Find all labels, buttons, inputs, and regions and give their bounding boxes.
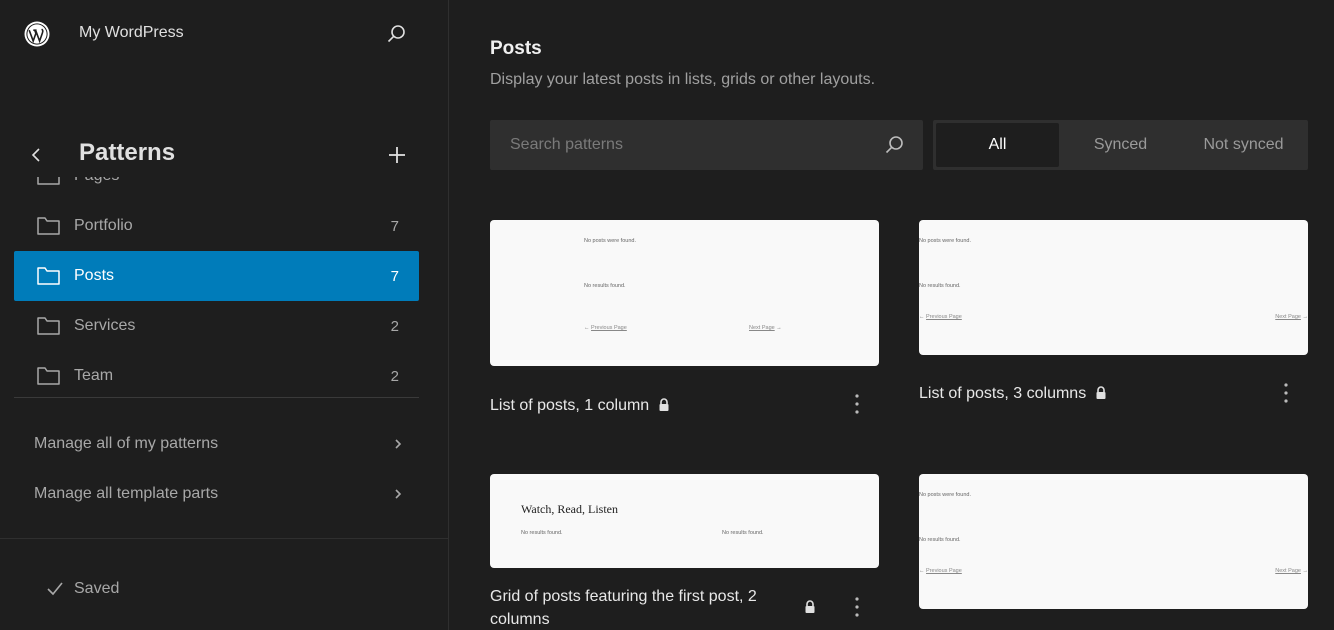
manage-link-label: Manage all template parts bbox=[34, 485, 219, 502]
sidebar-item-label: Pages bbox=[74, 177, 399, 185]
more-options-icon[interactable] bbox=[847, 595, 867, 619]
preview-text: No posts were found. bbox=[919, 238, 971, 244]
sidebar-item-portfolio[interactable]: Portfolio 7 bbox=[14, 201, 419, 251]
pattern-title[interactable]: Grid of posts featuring the first post, … bbox=[490, 585, 780, 630]
search-input[interactable] bbox=[490, 120, 923, 170]
preview-text: No results found. bbox=[584, 283, 626, 289]
filter-not-synced[interactable]: Not synced bbox=[1182, 123, 1305, 167]
sidebar-item-count: 2 bbox=[390, 317, 399, 335]
navigator-header: Patterns bbox=[0, 135, 449, 175]
add-pattern-plus-icon[interactable] bbox=[385, 143, 409, 167]
preview-text: No results found. bbox=[919, 537, 961, 543]
folder-icon bbox=[37, 217, 60, 235]
sidebar-item-team[interactable]: Team 2 bbox=[14, 351, 419, 397]
pattern-category-list[interactable]: Pages Portfolio 7 Posts 7 Services 2 Tea… bbox=[14, 177, 419, 398]
sync-filter-toggle-group: All Synced Not synced bbox=[933, 120, 1308, 170]
more-options-icon[interactable] bbox=[1276, 381, 1296, 405]
save-status-label: Saved bbox=[74, 580, 120, 597]
sidebar-item-services[interactable]: Services 2 bbox=[14, 301, 419, 351]
check-icon bbox=[47, 582, 63, 596]
lock-icon bbox=[1096, 386, 1106, 399]
save-status: Saved bbox=[46, 580, 119, 598]
sidebar-item-label: Services bbox=[74, 317, 136, 334]
sidebar-item-pages[interactable]: Pages bbox=[14, 177, 419, 201]
pattern-preview[interactable]: No posts were found. No results found. ←… bbox=[919, 220, 1308, 355]
wordpress-logo-icon[interactable] bbox=[24, 21, 50, 47]
back-chevron-icon[interactable] bbox=[26, 143, 48, 167]
folder-icon bbox=[37, 177, 60, 185]
search-icon bbox=[885, 136, 903, 154]
manage-all-patterns-link[interactable]: Manage all of my patterns bbox=[14, 421, 419, 467]
folder-icon bbox=[37, 367, 60, 385]
footer-divider bbox=[0, 538, 449, 539]
sidebar-item-posts[interactable]: Posts 7 bbox=[14, 251, 419, 301]
navigator-title: Patterns bbox=[79, 139, 176, 166]
pattern-preview[interactable]: No posts were found. No results found. ←… bbox=[490, 220, 879, 366]
filter-synced[interactable]: Synced bbox=[1059, 123, 1182, 167]
pattern-preview[interactable]: Watch, Read, Listen No results found. No… bbox=[490, 474, 879, 568]
sidebar-item-label: Posts bbox=[74, 267, 115, 284]
lock-icon bbox=[805, 600, 815, 613]
patterns-main: Posts Display your latest posts in lists… bbox=[450, 0, 1334, 630]
site-hub: My WordPress bbox=[0, 0, 449, 70]
manage-template-parts-link[interactable]: Manage all template parts bbox=[14, 471, 419, 517]
preview-prev-link: ← Previous Page bbox=[919, 314, 962, 320]
site-title[interactable]: My WordPress bbox=[79, 24, 184, 42]
pattern-preview[interactable]: No posts were found. No results found. ←… bbox=[919, 474, 1308, 609]
filter-all[interactable]: All bbox=[936, 123, 1059, 167]
search-icon[interactable] bbox=[385, 23, 407, 45]
sidebar-item-label: Team bbox=[74, 367, 114, 384]
folder-icon bbox=[37, 317, 60, 335]
page-title: Posts bbox=[490, 38, 542, 59]
sidebar-item-count: 2 bbox=[390, 367, 399, 385]
preview-text: No posts were found. bbox=[919, 492, 971, 498]
preview-heading: Watch, Read, Listen bbox=[521, 502, 619, 516]
manage-link-label: Manage all of my patterns bbox=[34, 435, 219, 452]
search-patterns-field[interactable] bbox=[490, 120, 923, 170]
preview-text: No posts were found. bbox=[584, 238, 636, 244]
lock-icon bbox=[659, 398, 669, 411]
preview-next-link: Next Page → bbox=[1275, 568, 1308, 574]
chevron-right-icon bbox=[395, 489, 402, 499]
sidebar-item-count: 7 bbox=[390, 217, 399, 235]
more-options-icon[interactable] bbox=[847, 392, 867, 416]
pattern-title[interactable]: List of posts, 3 columns bbox=[919, 382, 1259, 405]
page-description: Display your latest posts in lists, grid… bbox=[490, 71, 876, 88]
preview-prev-link: ← Previous Page bbox=[584, 325, 627, 331]
sidebar: My WordPress Patterns Pages Portfolio 7 bbox=[0, 0, 449, 630]
preview-prev-link: ← Previous Page bbox=[919, 568, 962, 574]
folder-icon bbox=[37, 267, 60, 285]
pattern-title[interactable]: List of posts, 1 column bbox=[490, 394, 830, 417]
preview-next-link: Next Page → bbox=[1275, 314, 1308, 320]
chevron-right-icon bbox=[395, 439, 402, 449]
sidebar-item-label: Portfolio bbox=[74, 217, 133, 234]
preview-next-link: Next Page → bbox=[749, 325, 782, 331]
preview-text: No results found. bbox=[521, 530, 563, 536]
sidebar-item-count: 7 bbox=[390, 267, 399, 285]
preview-text: No results found. bbox=[722, 530, 764, 536]
preview-text: No results found. bbox=[919, 283, 961, 289]
